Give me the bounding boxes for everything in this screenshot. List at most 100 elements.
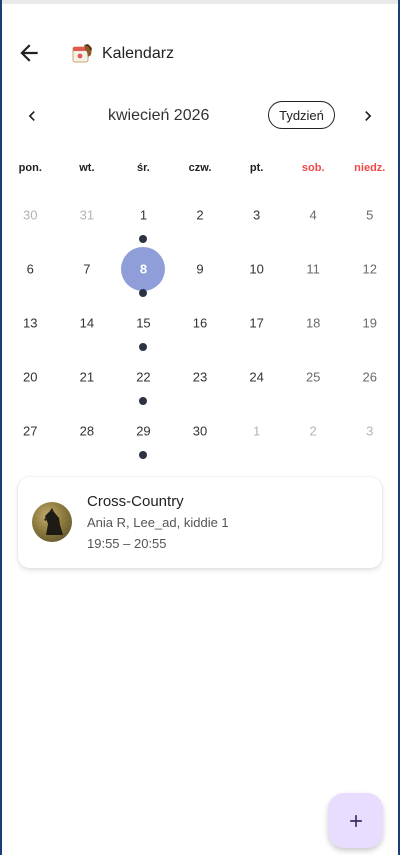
calendar-day[interactable]: 23 xyxy=(172,350,229,404)
calendar-day[interactable]: 13 xyxy=(2,296,59,350)
day-number: 20 xyxy=(23,369,38,385)
day-number: 23 xyxy=(192,369,208,385)
calendar-day[interactable]: 31 xyxy=(59,188,116,242)
calendar-day[interactable]: 24 xyxy=(228,350,285,404)
day-number: 11 xyxy=(306,261,320,277)
month-title: kwiecień 2026 xyxy=(108,107,210,124)
day-number: 26 xyxy=(362,369,377,385)
day-number: 6 xyxy=(26,261,34,277)
weekday-label: niedz. xyxy=(354,162,386,174)
day-number: 4 xyxy=(309,207,317,223)
day-number: 10 xyxy=(249,261,264,277)
calendar-day-selected[interactable]: 8 xyxy=(115,242,172,297)
event-time: 19:55 – 20:55 xyxy=(87,536,167,551)
calendar-horse-logo xyxy=(72,43,94,65)
app-bar: Kalendarz xyxy=(0,30,400,78)
calendar-day[interactable]: 28 xyxy=(59,404,116,458)
plus-icon xyxy=(349,814,362,827)
day-number: 8 xyxy=(139,261,148,277)
arrow-back-icon xyxy=(20,44,38,62)
day-number: 2 xyxy=(309,423,317,439)
calendar-day[interactable]: 30 xyxy=(2,188,59,242)
horse-photo-avatar xyxy=(32,502,72,542)
weekday-label: wt. xyxy=(79,162,95,174)
event-title: Cross-Country xyxy=(87,493,184,510)
calendar-week-row: 27 28 29 30 1 2 3 xyxy=(2,404,398,459)
day-number: 18 xyxy=(305,315,321,331)
day-number: 27 xyxy=(23,423,38,439)
previous-month-button[interactable] xyxy=(22,106,42,126)
calendar-day[interactable]: 27 xyxy=(2,404,59,458)
week-view-button[interactable]: Tydzień xyxy=(268,101,335,129)
day-number: 3 xyxy=(252,207,261,223)
calendar-day[interactable]: 3 xyxy=(228,188,285,242)
day-number: 3 xyxy=(366,423,374,439)
day-number: 2 xyxy=(196,207,204,223)
calendar-week-row: 13 14 15 16 17 18 19 xyxy=(2,296,398,351)
weekday-label: śr. xyxy=(137,162,150,174)
next-month-button[interactable] xyxy=(358,106,378,126)
day-number: 9 xyxy=(196,261,204,277)
calendar-day[interactable]: 26 xyxy=(341,350,398,404)
day-number: 14 xyxy=(79,315,95,331)
calendar-day[interactable]: 5 xyxy=(341,188,398,242)
calendar-day[interactable]: 18 xyxy=(285,296,342,350)
calendar-day[interactable]: 17 xyxy=(228,296,285,350)
calendar-day[interactable]: 29 xyxy=(115,404,172,459)
calendar-day[interactable]: 4 xyxy=(285,188,342,242)
back-button[interactable] xyxy=(16,40,42,66)
calendar-day[interactable]: 3 xyxy=(341,404,398,458)
calendar-day[interactable]: 15 xyxy=(115,296,172,351)
calendar-day[interactable]: 6 xyxy=(2,242,59,296)
calendar-week-row: 20 21 22 23 24 25 26 xyxy=(2,350,398,405)
calendar-day[interactable]: 11 xyxy=(285,242,342,296)
calendar-day[interactable]: 16 xyxy=(172,296,229,350)
day-number: 5 xyxy=(366,207,374,223)
event-card[interactable]: Cross-Country Ania R, Lee_ad, kiddie 1 1… xyxy=(18,477,382,568)
calendar-day[interactable]: 12 xyxy=(341,242,398,296)
day-number: 1 xyxy=(252,423,261,439)
chevron-left-icon xyxy=(28,111,35,121)
weekday-header: pon. wt. śr. czw. pt. sob. niedz. xyxy=(2,162,398,178)
calendar-day[interactable]: 14 xyxy=(59,296,116,350)
calendar-grid: 30 31 1 2 3 4 5 6 7 8 9 10 11 12 13 14 15 16 17 18 19 20 21 22 2… xyxy=(2,188,398,459)
day-number: 30 xyxy=(192,423,208,439)
day-number: 29 xyxy=(136,423,151,439)
calendar-week-row: 6 7 8 9 10 11 12 xyxy=(2,242,398,297)
calendar-day[interactable]: 20 xyxy=(2,350,59,404)
day-number: 19 xyxy=(362,315,377,331)
calendar-day[interactable]: 10 xyxy=(228,242,285,296)
calendar-day[interactable]: 21 xyxy=(59,350,116,404)
calendar-day[interactable]: 25 xyxy=(285,350,342,404)
weekday-label: pon. xyxy=(18,162,42,174)
day-number: 13 xyxy=(23,315,38,331)
event-participants: Ania R, Lee_ad, kiddie 1 xyxy=(87,515,229,530)
chevron-right-icon xyxy=(365,111,372,121)
day-number: 30 xyxy=(23,207,38,223)
day-number: 24 xyxy=(249,369,264,385)
calendar-day[interactable]: 2 xyxy=(172,188,229,242)
calendar-day[interactable]: 2 xyxy=(285,404,342,458)
day-number: 17 xyxy=(249,315,264,331)
day-number: 31 xyxy=(79,207,95,223)
event-indicator-dot xyxy=(139,451,148,459)
day-number: 28 xyxy=(79,423,95,439)
page-title: Kalendarz xyxy=(102,45,175,62)
calendar-day[interactable]: 30 xyxy=(172,404,229,458)
calendar-day[interactable]: 19 xyxy=(341,296,398,350)
status-strip xyxy=(0,0,400,4)
calendar-day[interactable]: 9 xyxy=(172,242,229,296)
calendar-day[interactable]: 1 xyxy=(115,188,172,243)
month-navigation: kwiecień 2026 Tydzień xyxy=(0,100,400,132)
day-number: 1 xyxy=(139,207,148,223)
day-number: 12 xyxy=(362,261,377,277)
add-event-button[interactable] xyxy=(328,793,383,848)
day-number: 25 xyxy=(305,369,321,385)
day-number: 15 xyxy=(136,315,151,331)
weekday-label: czw. xyxy=(188,162,212,174)
calendar-day[interactable]: 1 xyxy=(228,404,285,458)
day-number: 7 xyxy=(83,261,91,277)
calendar-day[interactable]: 7 xyxy=(59,242,116,296)
weekday-label: sob. xyxy=(301,162,325,174)
calendar-day[interactable]: 22 xyxy=(115,350,172,405)
